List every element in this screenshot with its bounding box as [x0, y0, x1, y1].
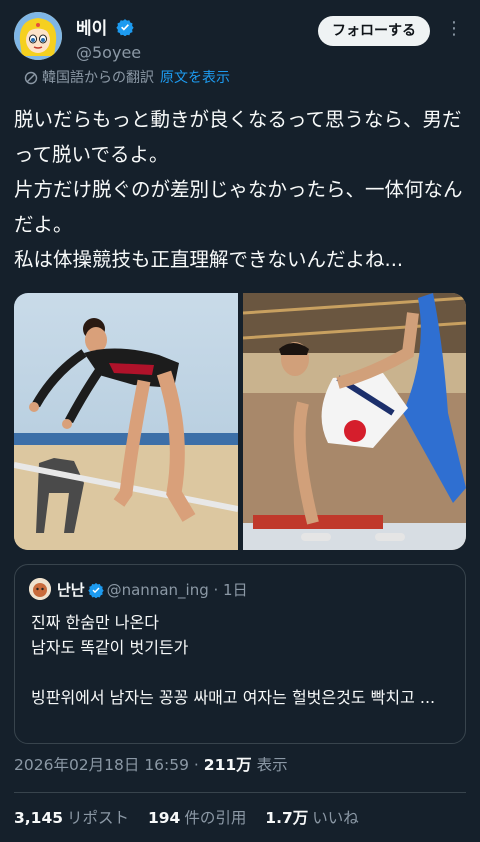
- media-photo-gymnast-female[interactable]: [14, 293, 239, 550]
- quotes-label: 件の引用: [184, 809, 247, 827]
- likes-stat[interactable]: 1.7万 いいね: [265, 809, 358, 827]
- quoted-verified-badge-icon: [87, 582, 104, 599]
- tweet-timestamp[interactable]: 2026年02月18日 16:59 ·: [14, 756, 204, 774]
- views-count: 211万: [203, 756, 252, 774]
- quoted-tweet-header: 난난 @nannan_ing · 1日: [57, 579, 248, 601]
- tweet-timestamp-row: 2026年02月18日 16:59 · 211万 表示: [14, 754, 288, 776]
- verified-badge-icon: [116, 18, 134, 36]
- reposts-count: 3,145: [14, 809, 64, 827]
- views-label: 表示: [251, 756, 288, 774]
- reposts-stat[interactable]: 3,145 リポスト: [14, 809, 129, 827]
- author-avatar[interactable]: [14, 12, 62, 60]
- quoted-tweet[interactable]: 난난 @nannan_ing · 1日 진짜 한숨만 나온다 남자도 똑같이 벗기…: [14, 564, 466, 744]
- tweet-header: 베이 @5oyee フォローする ⋮: [14, 12, 466, 62]
- quoted-tweet-text: 진짜 한숨만 나온다 남자도 똑같이 벗기든가 빙판위에서 남자는 꽁꽁 싸매고…: [31, 613, 436, 707]
- quoted-author-avatar[interactable]: [29, 578, 51, 600]
- quoted-author-handle: @nannan_ing: [106, 581, 209, 599]
- quoted-author-name: 난난: [57, 581, 85, 599]
- author-handle[interactable]: @5oyee: [76, 43, 141, 62]
- divider: [14, 792, 466, 793]
- tweet-text: 脱いだらもっと動きが良くなるって思うなら、男だって脱いでるよ。 片方だけ脱ぐのが…: [14, 108, 463, 271]
- quotes-stat[interactable]: 194 件の引用: [148, 809, 246, 827]
- quoted-tweet-time: 1日: [223, 581, 248, 599]
- tweet-media[interactable]: [14, 293, 466, 550]
- author-info: 베이 @5oyee: [76, 14, 141, 62]
- quoted-separator: ·: [208, 581, 224, 599]
- author-display-name[interactable]: 베이: [76, 14, 107, 39]
- likes-label: いいね: [312, 809, 359, 827]
- translation-notice: 韓国語からの翻訳 原文を表示: [24, 68, 230, 88]
- media-photo-gymnast-male[interactable]: [242, 293, 466, 550]
- translation-source-label: 韓国語からの翻訳: [42, 70, 154, 86]
- more-options-icon[interactable]: ⋮: [442, 18, 466, 44]
- quotes-count: 194: [147, 809, 181, 827]
- show-original-link[interactable]: 原文を表示: [160, 70, 230, 86]
- likes-count: 1.7万: [265, 809, 309, 827]
- translate-icon: [24, 71, 38, 85]
- follow-button[interactable]: フォローする: [318, 16, 430, 46]
- engagement-stats: 3,145 リポスト 194 件の引用 1.7万 いいね: [14, 807, 373, 829]
- reposts-label: リポスト: [67, 809, 130, 827]
